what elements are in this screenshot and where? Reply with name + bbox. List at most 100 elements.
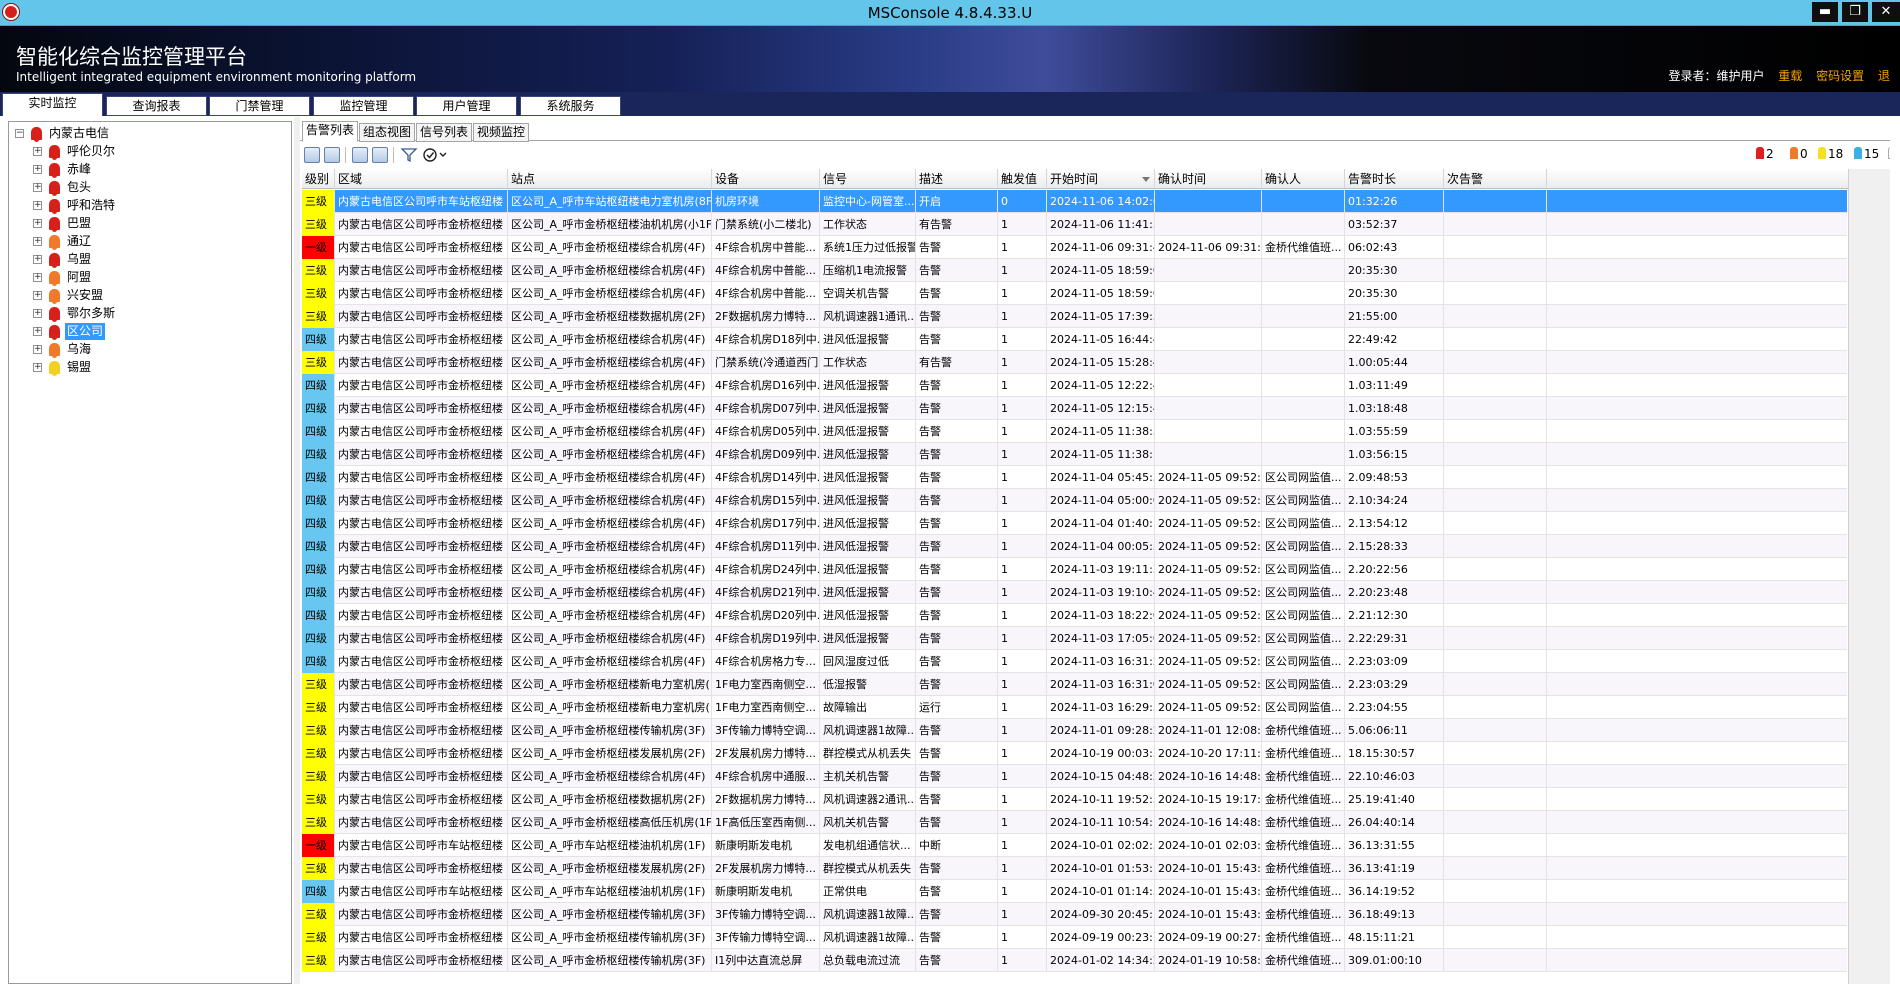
expand-toggle-icon[interactable]: + bbox=[33, 273, 42, 282]
table-row[interactable]: 三级 内蒙古电信区公司呼市金桥枢纽楼 区公司_A_呼市金桥枢纽楼综合机房(4F) 4F… bbox=[302, 765, 1847, 788]
tree-node[interactable]: + 兴安盟 bbox=[9, 287, 289, 304]
column-header[interactable]: 区域 bbox=[335, 169, 508, 189]
column-header[interactable]: 开始时间 bbox=[1047, 169, 1155, 189]
table-row[interactable]: 三级 内蒙古电信区公司呼市金桥枢纽楼 区公司_A_呼市金桥枢纽楼数据机房(2F) 2F… bbox=[302, 788, 1847, 811]
table-row[interactable]: 三级 内蒙古电信区公司呼市车站枢纽楼 区公司_A_呼市车站枢纽楼电力室机房(8F) 机… bbox=[302, 190, 1847, 213]
nav-tab[interactable]: 门禁管理 bbox=[209, 96, 310, 116]
grid-settings-icon[interactable] bbox=[372, 147, 388, 163]
expand-toggle-icon[interactable]: + bbox=[33, 165, 42, 174]
column-header[interactable]: 站点 bbox=[508, 169, 712, 189]
tree-node[interactable]: + 锡盟 bbox=[9, 359, 289, 376]
column-header[interactable]: 描述 bbox=[916, 169, 998, 189]
tree-node[interactable]: + 赤峰 bbox=[9, 161, 289, 178]
expand-toggle-icon[interactable]: + bbox=[33, 201, 42, 210]
relogin-link[interactable]: 重载 bbox=[1778, 69, 1802, 83]
export-icon[interactable] bbox=[324, 147, 340, 163]
column-header[interactable]: 触发值 bbox=[998, 169, 1047, 189]
minimize-button[interactable]: ▬ bbox=[1812, 2, 1838, 22]
table-row[interactable]: 四级 内蒙古电信区公司呼市金桥枢纽楼 区公司_A_呼市金桥枢纽楼综合机房(4F) 4F… bbox=[302, 604, 1847, 627]
column-header[interactable]: 告警时长 bbox=[1345, 169, 1444, 189]
expand-toggle-icon[interactable]: + bbox=[33, 219, 42, 228]
copy-icon[interactable] bbox=[304, 147, 320, 163]
table-row[interactable]: 三级 内蒙古电信区公司呼市金桥枢纽楼 区公司_A_呼市金桥枢纽楼综合机房(4F) 4F… bbox=[302, 282, 1847, 305]
nav-tab[interactable]: 监控管理 bbox=[313, 96, 414, 116]
tree-node-root[interactable]: − 内蒙古电信 bbox=[9, 125, 289, 142]
expand-toggle-icon[interactable]: + bbox=[33, 237, 42, 246]
table-row[interactable]: 四级 内蒙古电信区公司呼市金桥枢纽楼 区公司_A_呼市金桥枢纽楼综合机房(4F) 4F… bbox=[302, 489, 1847, 512]
table-row[interactable]: 三级 内蒙古电信区公司呼市金桥枢纽楼 区公司_A_呼市金桥枢纽楼高低压机房(1F) 1… bbox=[302, 811, 1847, 834]
table-row[interactable]: 四级 内蒙古电信区公司呼市金桥枢纽楼 区公司_A_呼市金桥枢纽楼综合机房(4F) 4F… bbox=[302, 466, 1847, 489]
nav-tab[interactable]: 查询报表 bbox=[106, 96, 207, 116]
confirm-dropdown-icon[interactable] bbox=[422, 146, 448, 164]
expand-toggle-icon[interactable]: + bbox=[33, 255, 42, 264]
table-row[interactable]: 四级 内蒙古电信区公司呼市金桥枢纽楼 区公司_A_呼市金桥枢纽楼综合机房(4F) 4F… bbox=[302, 581, 1847, 604]
table-row[interactable]: 三级 内蒙古电信区公司呼市金桥枢纽楼 区公司_A_呼市金桥枢纽楼综合机房(4F) 4F… bbox=[302, 259, 1847, 282]
table-row[interactable]: 三级 内蒙古电信区公司呼市金桥枢纽楼 区公司_A_呼市金桥枢纽楼数据机房(2F) 2F… bbox=[302, 305, 1847, 328]
filter-icon[interactable] bbox=[400, 146, 418, 164]
table-row[interactable]: 四级 内蒙古电信区公司呼市金桥枢纽楼 区公司_A_呼市金桥枢纽楼综合机房(4F) 4F… bbox=[302, 650, 1847, 673]
table-row[interactable]: 三级 内蒙古电信区公司呼市金桥枢纽楼 区公司_A_呼市金桥枢纽楼传输机房(3F) 3F… bbox=[302, 926, 1847, 949]
table-row[interactable]: 四级 内蒙古电信区公司呼市金桥枢纽楼 区公司_A_呼市金桥枢纽楼综合机房(4F) 4F… bbox=[302, 512, 1847, 535]
table-row[interactable]: 三级 内蒙古电信区公司呼市金桥枢纽楼 区公司_A_呼市金桥枢纽楼综合机房(4F) 门禁… bbox=[302, 351, 1847, 374]
tree-node[interactable]: + 通辽 bbox=[9, 233, 289, 250]
table-row[interactable]: 四级 内蒙古电信区公司呼市金桥枢纽楼 区公司_A_呼市金桥枢纽楼综合机房(4F) 4F… bbox=[302, 558, 1847, 581]
table-row[interactable]: 三级 内蒙古电信区公司呼市金桥枢纽楼 区公司_A_呼市金桥枢纽楼发展机房(2F) 2F… bbox=[302, 742, 1847, 765]
tree-node[interactable]: + 巴盟 bbox=[9, 215, 289, 232]
tree-node[interactable]: + 鄂尔多斯 bbox=[9, 305, 289, 322]
table-row[interactable]: 四级 内蒙古电信区公司呼市车站枢纽楼 区公司_A_呼市车站枢纽楼油机机房(1F) 新康… bbox=[302, 880, 1847, 903]
expand-toggle-icon[interactable]: + bbox=[33, 345, 42, 354]
table-row[interactable]: 四级 内蒙古电信区公司呼市金桥枢纽楼 区公司_A_呼市金桥枢纽楼综合机房(4F) 4F… bbox=[302, 443, 1847, 466]
table-row[interactable]: 一级 内蒙古电信区公司呼市金桥枢纽楼 区公司_A_呼市金桥枢纽楼综合机房(4F) 4F… bbox=[302, 236, 1847, 259]
column-header[interactable]: 次告警 bbox=[1444, 169, 1547, 189]
panel-splitter[interactable] bbox=[294, 117, 300, 984]
table-row[interactable]: 三级 内蒙古电信区公司呼市金桥枢纽楼 区公司_A_呼市金桥枢纽楼新电力室机房(1F)… bbox=[302, 673, 1847, 696]
tree-node[interactable]: + 乌盟 bbox=[9, 251, 289, 268]
column-header[interactable]: 确认时间 bbox=[1155, 169, 1262, 189]
sub-tab[interactable]: 组态视图 bbox=[359, 123, 415, 142]
password-settings-link[interactable]: 密码设置 bbox=[1816, 69, 1864, 83]
table-row[interactable]: 四级 内蒙古电信区公司呼市金桥枢纽楼 区公司_A_呼市金桥枢纽楼综合机房(4F) 4F… bbox=[302, 627, 1847, 650]
table-row[interactable]: 四级 内蒙古电信区公司呼市金桥枢纽楼 区公司_A_呼市金桥枢纽楼综合机房(4F) 4F… bbox=[302, 420, 1847, 443]
close-button[interactable]: ✕ bbox=[1872, 2, 1900, 22]
sub-tab[interactable]: 信号列表 bbox=[416, 123, 472, 142]
grid-vertical-scrollbar[interactable] bbox=[1848, 169, 1890, 984]
expand-toggle-icon[interactable]: + bbox=[33, 147, 42, 156]
table-cell: 2024-10-11 19:52:51 bbox=[1047, 788, 1155, 811]
tree-node[interactable]: + 呼伦贝尔 bbox=[9, 143, 289, 160]
table-row[interactable]: 三级 内蒙古电信区公司呼市金桥枢纽楼 区公司_A_呼市金桥枢纽楼发展机房(2F) 2F… bbox=[302, 857, 1847, 880]
sub-tab[interactable]: 视频监控 bbox=[473, 123, 529, 142]
tree-node[interactable]: + 区公司 bbox=[9, 323, 289, 340]
table-cell: 2024-11-03 17:05:00 bbox=[1047, 627, 1155, 650]
exit-link[interactable]: 退 bbox=[1878, 69, 1890, 83]
table-row[interactable]: 三级 内蒙古电信区公司呼市金桥枢纽楼 区公司_A_呼市金桥枢纽楼传输机房(3F) 3F… bbox=[302, 719, 1847, 742]
expand-toggle-icon[interactable]: + bbox=[33, 309, 42, 318]
select-all-icon[interactable] bbox=[352, 147, 368, 163]
sub-tab[interactable]: 告警列表 bbox=[302, 121, 358, 142]
expand-toggle-icon[interactable]: + bbox=[33, 363, 42, 372]
table-row[interactable]: 三级 内蒙古电信区公司呼市金桥枢纽楼 区公司_A_呼市金桥枢纽楼传输机房(3F) I1… bbox=[302, 949, 1847, 972]
nav-tab[interactable]: 用户管理 bbox=[416, 96, 517, 116]
tree-node[interactable]: + 呼和浩特 bbox=[9, 197, 289, 214]
table-row[interactable]: 一级 内蒙古电信区公司呼市车站枢纽楼 区公司_A_呼市车站枢纽楼油机机房(1F) 新康… bbox=[302, 834, 1847, 857]
expand-toggle-icon[interactable]: + bbox=[33, 291, 42, 300]
expand-toggle-icon[interactable]: + bbox=[33, 327, 42, 336]
nav-tab[interactable]: 系统服务 bbox=[520, 96, 621, 116]
table-row[interactable]: 四级 内蒙古电信区公司呼市金桥枢纽楼 区公司_A_呼市金桥枢纽楼综合机房(4F) 4F… bbox=[302, 374, 1847, 397]
table-row[interactable]: 三级 内蒙古电信区公司呼市金桥枢纽楼 区公司_A_呼市金桥枢纽楼油机机房(小1F) 门… bbox=[302, 213, 1847, 236]
table-row[interactable]: 四级 内蒙古电信区公司呼市金桥枢纽楼 区公司_A_呼市金桥枢纽楼综合机房(4F) 4F… bbox=[302, 535, 1847, 558]
expand-toggle-icon[interactable]: − bbox=[15, 129, 24, 138]
tree-node[interactable]: + 阿盟 bbox=[9, 269, 289, 286]
table-row[interactable]: 三级 内蒙古电信区公司呼市金桥枢纽楼 区公司_A_呼市金桥枢纽楼传输机房(3F) 3F… bbox=[302, 903, 1847, 926]
table-row[interactable]: 三级 内蒙古电信区公司呼市金桥枢纽楼 区公司_A_呼市金桥枢纽楼新电力室机房(1F)… bbox=[302, 696, 1847, 719]
column-header[interactable]: 设备 bbox=[712, 169, 820, 189]
tree-node[interactable]: + 包头 bbox=[9, 179, 289, 196]
column-header[interactable]: 确认人 bbox=[1262, 169, 1345, 189]
table-row[interactable]: 四级 内蒙古电信区公司呼市金桥枢纽楼 区公司_A_呼市金桥枢纽楼综合机房(4F) 4F… bbox=[302, 328, 1847, 351]
tree-node[interactable]: + 乌海 bbox=[9, 341, 289, 358]
table-row[interactable]: 四级 内蒙古电信区公司呼市金桥枢纽楼 区公司_A_呼市金桥枢纽楼综合机房(4F) 4F… bbox=[302, 397, 1847, 420]
column-header[interactable]: 级别 bbox=[302, 169, 335, 189]
restore-button[interactable]: ❐ bbox=[1842, 2, 1868, 22]
column-header[interactable]: 信号 bbox=[820, 169, 916, 189]
nav-tab[interactable]: 实时监控 bbox=[2, 93, 103, 116]
expand-toggle-icon[interactable]: + bbox=[33, 183, 42, 192]
